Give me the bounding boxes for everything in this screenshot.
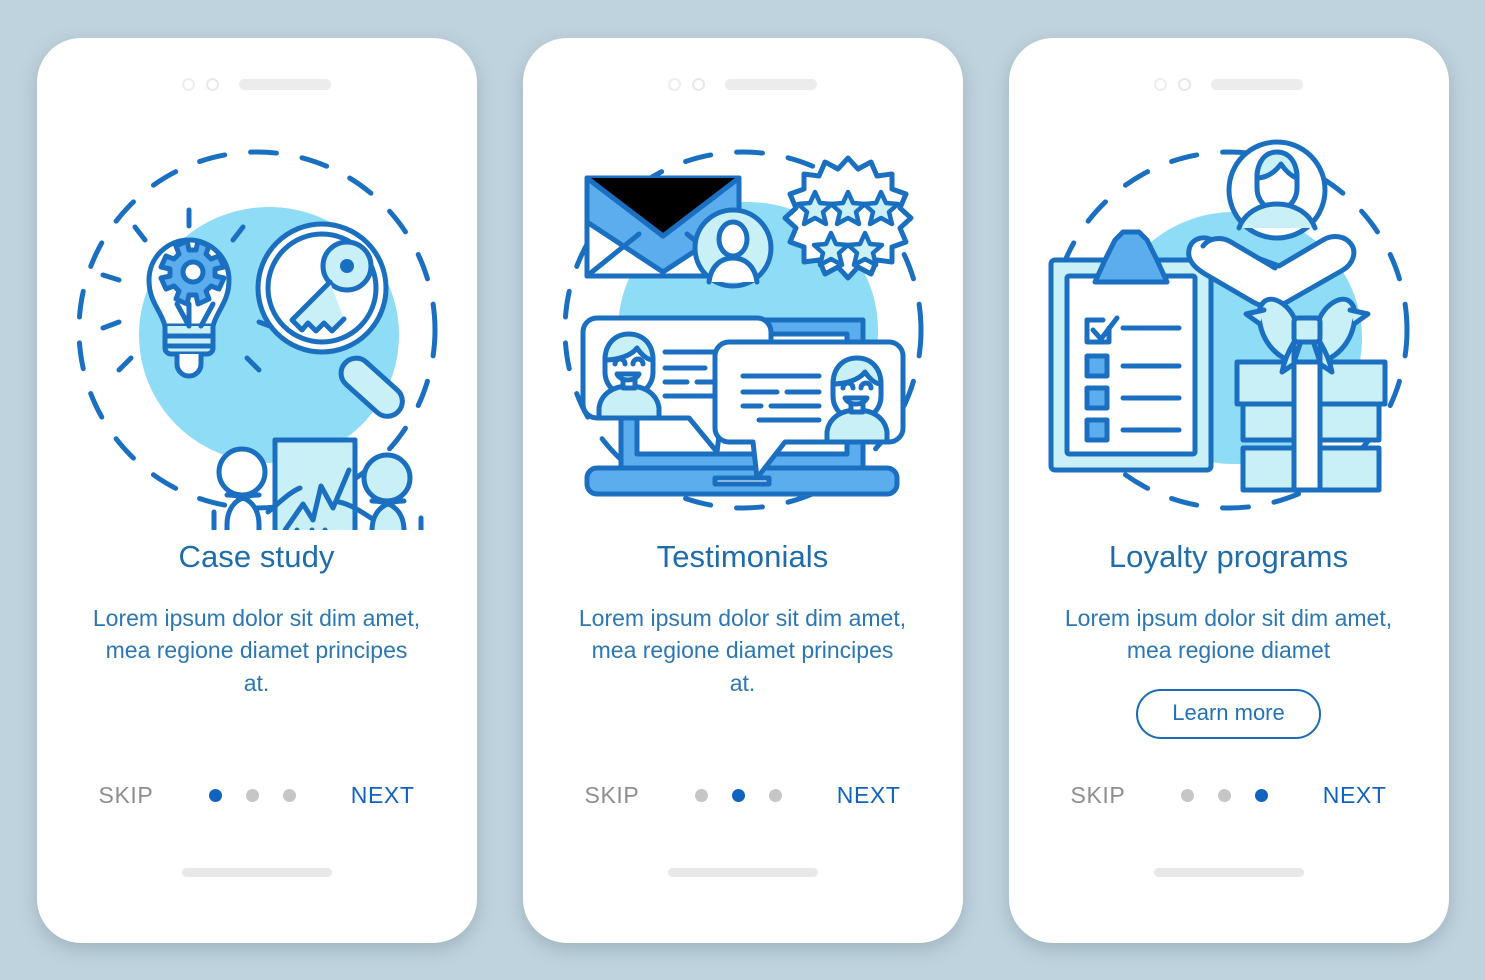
phone-mockup-loyalty-programs: Loyalty programs Lorem ipsum dolor sit d… bbox=[1008, 37, 1449, 943]
home-indicator bbox=[667, 867, 818, 877]
onboarding-footer: SKIP NEXT bbox=[51, 782, 463, 809]
next-button[interactable]: NEXT bbox=[837, 782, 901, 809]
pagination-dot-3[interactable] bbox=[1254, 788, 1268, 802]
phone-mockup-case-study: Case study Lorem ipsum dolor sit dim ame… bbox=[36, 37, 477, 943]
home-indicator bbox=[1153, 867, 1304, 877]
learn-more-button[interactable]: Learn more bbox=[1136, 688, 1321, 739]
skip-button[interactable]: SKIP bbox=[1071, 782, 1126, 809]
page-description: Lorem ipsum dolor sit dim amet, mea regi… bbox=[92, 604, 421, 696]
speaker-grille-icon bbox=[239, 78, 331, 90]
pagination-dots bbox=[1180, 788, 1268, 802]
pagination-dot-1[interactable] bbox=[208, 788, 222, 802]
case-study-artwork bbox=[76, 149, 437, 530]
sensor-icon bbox=[1178, 77, 1191, 91]
illustration-case-study bbox=[57, 130, 457, 530]
illustration-loyalty-programs bbox=[1029, 130, 1429, 530]
pagination-dot-3[interactable] bbox=[282, 788, 296, 802]
phone-screen-loyalty-programs: Loyalty programs Lorem ipsum dolor sit d… bbox=[1022, 51, 1435, 929]
camera-icon bbox=[668, 77, 681, 91]
next-button[interactable]: NEXT bbox=[1323, 782, 1387, 809]
pagination-dots bbox=[694, 788, 782, 802]
phone-screen-testimonials: Testimonials Lorem ipsum dolor sit dim a… bbox=[536, 51, 949, 929]
phone-status-bar bbox=[537, 77, 949, 91]
sensor-icon bbox=[692, 77, 705, 91]
skip-button[interactable]: SKIP bbox=[99, 782, 154, 809]
page-description: Lorem ipsum dolor sit dim amet, mea regi… bbox=[578, 604, 907, 696]
page-title: Case study bbox=[178, 538, 335, 574]
camera-icon bbox=[182, 77, 195, 91]
skip-button[interactable]: SKIP bbox=[585, 782, 640, 809]
page-title: Testimonials bbox=[656, 538, 829, 574]
phone-status-bar bbox=[1023, 77, 1435, 91]
illustration-testimonials bbox=[543, 130, 943, 530]
pagination-dots bbox=[208, 788, 296, 802]
page-description: Lorem ipsum dolor sit dim amet, mea regi… bbox=[1064, 604, 1393, 664]
phone-mockup-testimonials: Testimonials Lorem ipsum dolor sit dim a… bbox=[522, 37, 963, 943]
onboarding-footer: SKIP NEXT bbox=[537, 782, 949, 809]
loyalty-programs-artwork bbox=[1048, 139, 1409, 510]
onboarding-footer: SKIP NEXT bbox=[1023, 782, 1435, 809]
pagination-dot-2[interactable] bbox=[731, 788, 745, 802]
onboarding-screens-stage: Case study Lorem ipsum dolor sit dim ame… bbox=[0, 0, 1485, 980]
camera-icon bbox=[1154, 77, 1167, 91]
pagination-dot-2[interactable] bbox=[1217, 788, 1231, 802]
home-indicator bbox=[181, 867, 332, 877]
pagination-dot-1[interactable] bbox=[1180, 788, 1194, 802]
next-button[interactable]: NEXT bbox=[351, 782, 415, 809]
phone-screen-case-study: Case study Lorem ipsum dolor sit dim ame… bbox=[50, 51, 463, 929]
sensor-icon bbox=[206, 77, 219, 91]
phone-status-bar bbox=[51, 77, 463, 91]
testimonials-artwork bbox=[562, 149, 923, 510]
speaker-grille-icon bbox=[1211, 78, 1303, 90]
pagination-dot-1[interactable] bbox=[694, 788, 708, 802]
page-title: Loyalty programs bbox=[1108, 538, 1349, 574]
speaker-grille-icon bbox=[725, 78, 817, 90]
pagination-dot-2[interactable] bbox=[245, 788, 259, 802]
pagination-dot-3[interactable] bbox=[768, 788, 782, 802]
